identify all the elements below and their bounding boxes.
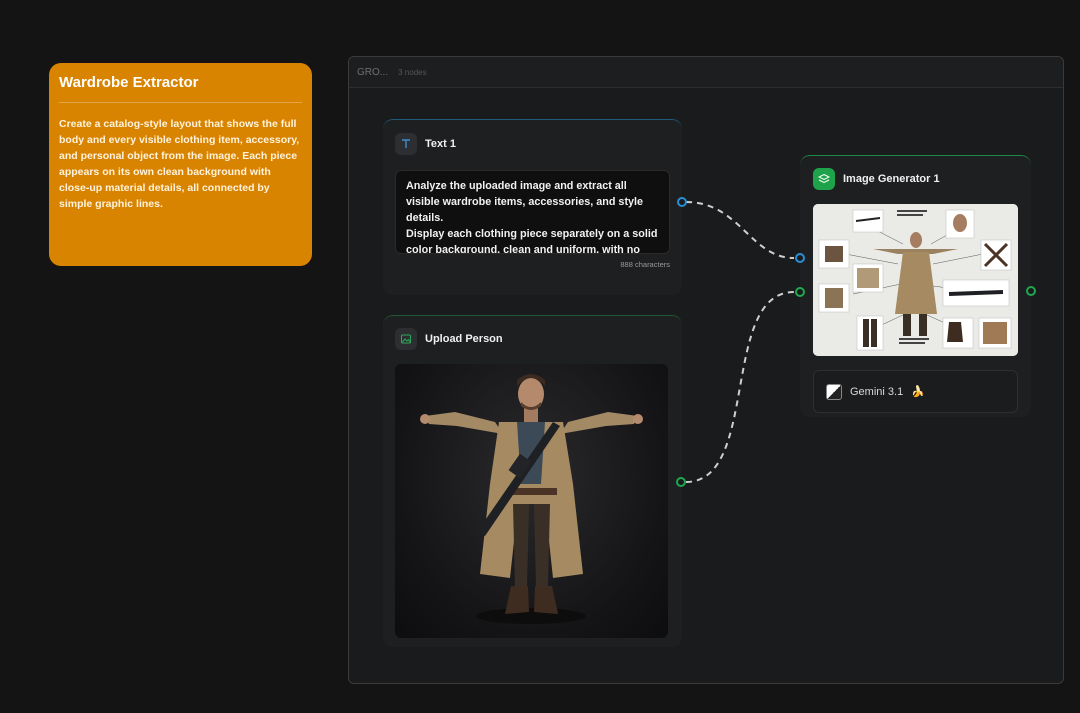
image-output-port: [676, 477, 686, 487]
edge-text-to-generator: [685, 201, 795, 259]
text-output-port: [677, 197, 687, 207]
connection-layer: [676, 197, 1036, 487]
generator-text-input-port: [795, 253, 805, 263]
generator-image-input-port: [795, 287, 805, 297]
edge-image-to-generator: [685, 291, 795, 483]
generator-output-port: [1026, 286, 1036, 296]
